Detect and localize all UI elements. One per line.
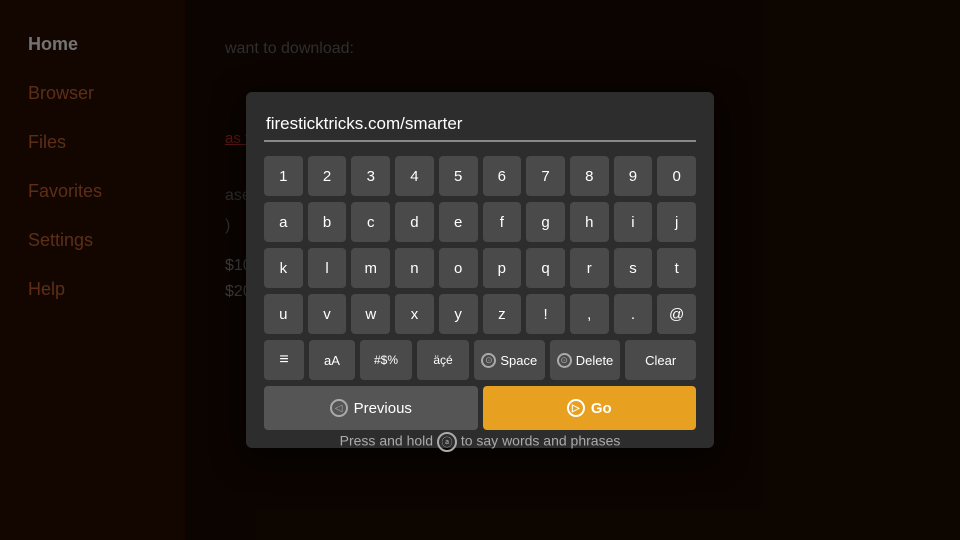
bottom-row: ◁ Previous ▷ Go <box>264 386 696 430</box>
key-w[interactable]: w <box>351 294 390 334</box>
key-v[interactable]: v <box>308 294 347 334</box>
key-3[interactable]: 3 <box>351 156 390 196</box>
key-g[interactable]: g <box>526 202 565 242</box>
key-r[interactable]: r <box>570 248 609 288</box>
key-k[interactable]: k <box>264 248 303 288</box>
key-clear[interactable]: Clear <box>625 340 696 380</box>
special-row: ≡ aA #$% äçé ⊙ Space ⊙ Delete Clear <box>264 340 696 380</box>
key-c[interactable]: c <box>351 202 390 242</box>
key-2[interactable]: 2 <box>308 156 347 196</box>
key-f[interactable]: f <box>483 202 522 242</box>
modal-overlay: 1 2 3 4 5 6 7 8 9 0 a b c d e f g h i j … <box>0 0 960 540</box>
key-t[interactable]: t <box>657 248 696 288</box>
key-z[interactable]: z <box>483 294 522 334</box>
key-layout-icon[interactable]: ≡ <box>264 340 304 380</box>
key-comma[interactable]: , <box>570 294 609 334</box>
alpha-row3: u v w x y z ! , . @ <box>264 294 696 334</box>
hint-icon: ⓐ <box>437 432 457 452</box>
key-j[interactable]: j <box>657 202 696 242</box>
key-9[interactable]: 9 <box>614 156 653 196</box>
key-p[interactable]: p <box>483 248 522 288</box>
key-aA[interactable]: aA <box>309 340 355 380</box>
url-input-row <box>264 110 696 142</box>
url-input[interactable] <box>264 110 696 142</box>
key-hash[interactable]: #$% <box>360 340 412 380</box>
key-y[interactable]: y <box>439 294 478 334</box>
alpha-row2: k l m n o p q r s t <box>264 248 696 288</box>
key-0[interactable]: 0 <box>657 156 696 196</box>
key-period[interactable]: . <box>614 294 653 334</box>
key-6[interactable]: 6 <box>483 156 522 196</box>
key-x[interactable]: x <box>395 294 434 334</box>
keyboard-dialog: 1 2 3 4 5 6 7 8 9 0 a b c d e f g h i j … <box>246 92 714 448</box>
key-l[interactable]: l <box>308 248 347 288</box>
key-s[interactable]: s <box>614 248 653 288</box>
previous-icon: ◁ <box>330 399 348 417</box>
key-1[interactable]: 1 <box>264 156 303 196</box>
key-7[interactable]: 7 <box>526 156 565 196</box>
key-m[interactable]: m <box>351 248 390 288</box>
key-h[interactable]: h <box>570 202 609 242</box>
key-e[interactable]: e <box>439 202 478 242</box>
key-n[interactable]: n <box>395 248 434 288</box>
key-q[interactable]: q <box>526 248 565 288</box>
key-space[interactable]: ⊙ Space <box>474 340 545 380</box>
key-o[interactable]: o <box>439 248 478 288</box>
key-d[interactable]: d <box>395 202 434 242</box>
key-at[interactable]: @ <box>657 294 696 334</box>
key-b[interactable]: b <box>308 202 347 242</box>
key-8[interactable]: 8 <box>570 156 609 196</box>
key-i[interactable]: i <box>614 202 653 242</box>
go-button[interactable]: ▷ Go <box>483 386 697 430</box>
previous-button[interactable]: ◁ Previous <box>264 386 478 430</box>
key-u[interactable]: u <box>264 294 303 334</box>
key-exclaim[interactable]: ! <box>526 294 565 334</box>
key-accents[interactable]: äçé <box>417 340 469 380</box>
key-5[interactable]: 5 <box>439 156 478 196</box>
number-row: 1 2 3 4 5 6 7 8 9 0 <box>264 156 696 196</box>
hint-text: Press and hold ⓐ to say words and phrase… <box>0 432 960 452</box>
alpha-row1: a b c d e f g h i j <box>264 202 696 242</box>
go-icon: ▷ <box>567 399 585 417</box>
key-a[interactable]: a <box>264 202 303 242</box>
key-4[interactable]: 4 <box>395 156 434 196</box>
key-delete[interactable]: ⊙ Delete <box>550 340 621 380</box>
